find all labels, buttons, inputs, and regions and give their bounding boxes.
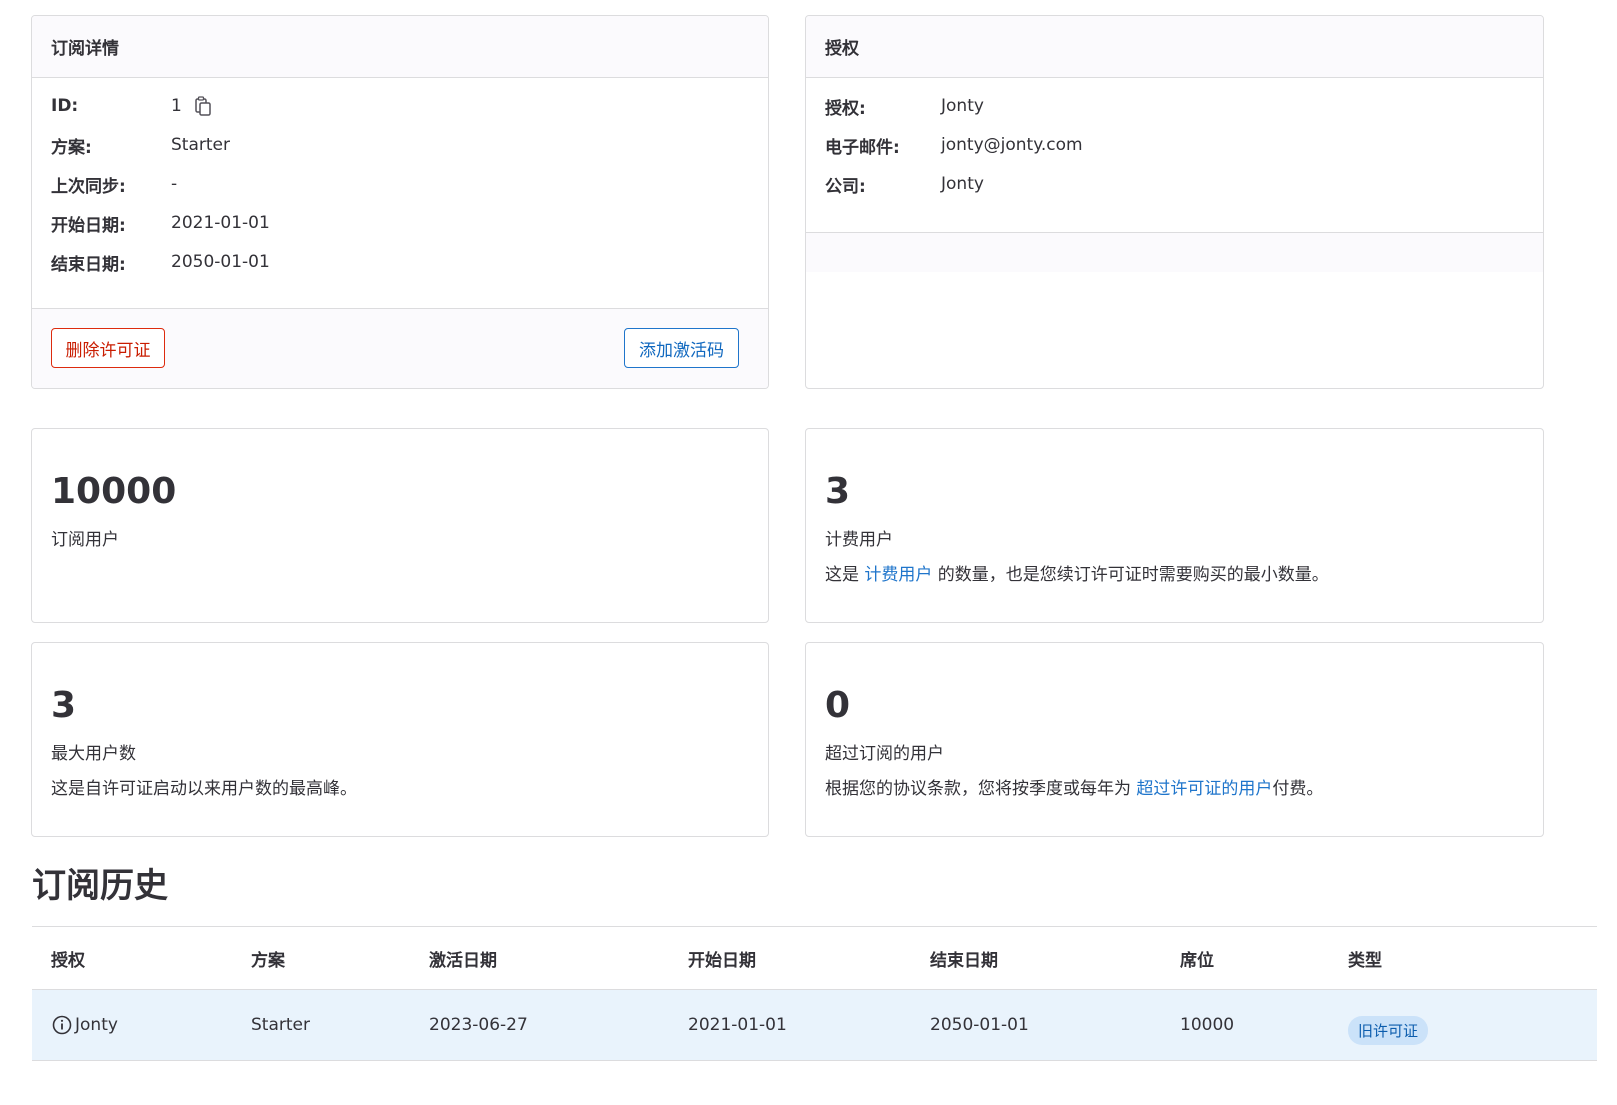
stat-description: 根据您的协议条款，您将按季度或每年为 超过许可证的用户付费。: [825, 774, 1323, 799]
info-icon[interactable]: [51, 1014, 73, 1036]
add-activation-code-button[interactable]: 添加激活码: [624, 328, 739, 368]
stat-card-max-users: 3 最大用户数 这是自许可证启动以来用户数的最高峰。: [31, 642, 769, 837]
detail-value: 2050-01-01: [171, 252, 270, 272]
card-title: 订阅详情: [32, 16, 768, 78]
cell-start-date: 2021-01-01: [688, 1015, 787, 1035]
detail-row-company: 公司: Jonty: [825, 172, 984, 197]
column-header: 方案: [251, 950, 285, 971]
detail-value: Starter: [171, 135, 230, 155]
stat-label: 订阅用户: [51, 530, 119, 550]
stat-description: 这是自许可证启动以来用户数的最高峰。: [51, 779, 357, 799]
description-text: 这是: [825, 565, 865, 585]
table-row: Jonty Starter 2023-06-27 2021-01-01 2050…: [32, 989, 1597, 1061]
cell-seats: 10000: [1180, 1015, 1235, 1035]
detail-row-licensee: 授权: Jonty: [825, 94, 984, 119]
cell-plan: Starter: [251, 1015, 310, 1035]
detail-label: 电子邮件:: [825, 137, 900, 158]
license-card: 授权 授权: Jonty 电子邮件: jonty@jonty.com 公司: J…: [805, 15, 1544, 389]
detail-row-email: 电子邮件: jonty@jonty.com: [825, 133, 1083, 158]
detail-value: jonty@jonty.com: [941, 135, 1083, 155]
detail-label: ID:: [51, 96, 79, 116]
cell-activated-date: 2023-06-27: [429, 1015, 528, 1035]
detail-row-plan: 方案: Starter: [51, 133, 230, 158]
column-header: 席位: [1180, 950, 1214, 971]
description-text: 付费。: [1272, 779, 1324, 799]
stat-number: 3: [51, 685, 77, 726]
detail-label: 方案:: [51, 137, 92, 158]
remove-license-button[interactable]: 删除许可证: [51, 328, 165, 368]
table-header: 授权 方案 激活日期 开始日期 结束日期 席位 类型: [32, 927, 1597, 989]
stat-description: 这是 计费用户 的数量，也是您续订许可证时需要购买的最小数量。: [825, 560, 1329, 585]
stat-number: 10000: [51, 471, 177, 512]
stat-card-subscribed-users: 10000 订阅用户: [31, 428, 769, 623]
detail-label: 上次同步:: [51, 176, 126, 197]
detail-value-wrapper: 1: [171, 96, 212, 116]
stat-label: 超过订阅的用户: [825, 744, 944, 764]
column-header: 激活日期: [429, 950, 497, 971]
description-text: 根据您的协议条款，您将按季度或每年为: [825, 779, 1137, 799]
history-title: 订阅历史: [32, 866, 168, 906]
card-footer: 删除许可证 添加激活码: [32, 308, 768, 388]
stat-label: 计费用户: [825, 530, 893, 550]
cell-licensee: Jonty: [51, 990, 118, 1060]
detail-label: 结束日期:: [51, 254, 126, 275]
stat-number: 3: [825, 471, 851, 512]
stat-number: 0: [825, 685, 851, 726]
detail-value: Jonty: [941, 96, 984, 116]
cell-type: 旧许可证: [1348, 990, 1429, 1060]
detail-row-last-sync: 上次同步: -: [51, 172, 178, 197]
detail-row-start-date: 开始日期: 2021-01-01: [51, 211, 270, 236]
stat-card-overage-users: 0 超过订阅的用户 根据您的协议条款，您将按季度或每年为 超过许可证的用户付费。: [805, 642, 1544, 837]
stat-card-billable-users: 3 计费用户 这是 计费用户 的数量，也是您续订许可证时需要购买的最小数量。: [805, 428, 1544, 623]
card-footer: [806, 232, 1543, 272]
detail-value: -: [171, 174, 178, 194]
detail-row-id: ID: 1: [51, 94, 212, 118]
column-header: 结束日期: [930, 950, 998, 971]
stat-label: 最大用户数: [51, 744, 136, 764]
subscription-details-card: 订阅详情 ID: 1 方案: Starter 上次同步: - 开始日期: 202…: [31, 15, 769, 389]
licensee-name: Jonty: [75, 1015, 118, 1035]
detail-value: 1: [171, 96, 182, 116]
cell-end-date: 2050-01-01: [930, 1015, 1029, 1035]
copy-icon[interactable]: [194, 96, 212, 116]
card-title: 授权: [806, 16, 1543, 78]
description-text: 的数量，也是您续订许可证时需要购买的最小数量。: [932, 565, 1329, 585]
detail-label: 授权:: [825, 98, 866, 119]
detail-label: 开始日期:: [51, 215, 126, 236]
detail-value: 2021-01-01: [171, 213, 270, 233]
detail-row-end-date: 结束日期: 2050-01-01: [51, 250, 270, 275]
detail-label: 公司:: [825, 176, 866, 197]
column-header: 授权: [51, 950, 85, 971]
column-header: 开始日期: [688, 950, 756, 971]
billable-users-link[interactable]: 计费用户: [864, 565, 932, 585]
column-header: 类型: [1348, 950, 1382, 971]
license-type-badge: 旧许可证: [1348, 1015, 1429, 1045]
detail-value: Jonty: [941, 174, 984, 194]
history-table: 授权 方案 激活日期 开始日期 结束日期 席位 类型 Jonty Starter…: [32, 926, 1597, 1061]
overage-users-link[interactable]: 超过许可证的用户: [1136, 779, 1272, 799]
